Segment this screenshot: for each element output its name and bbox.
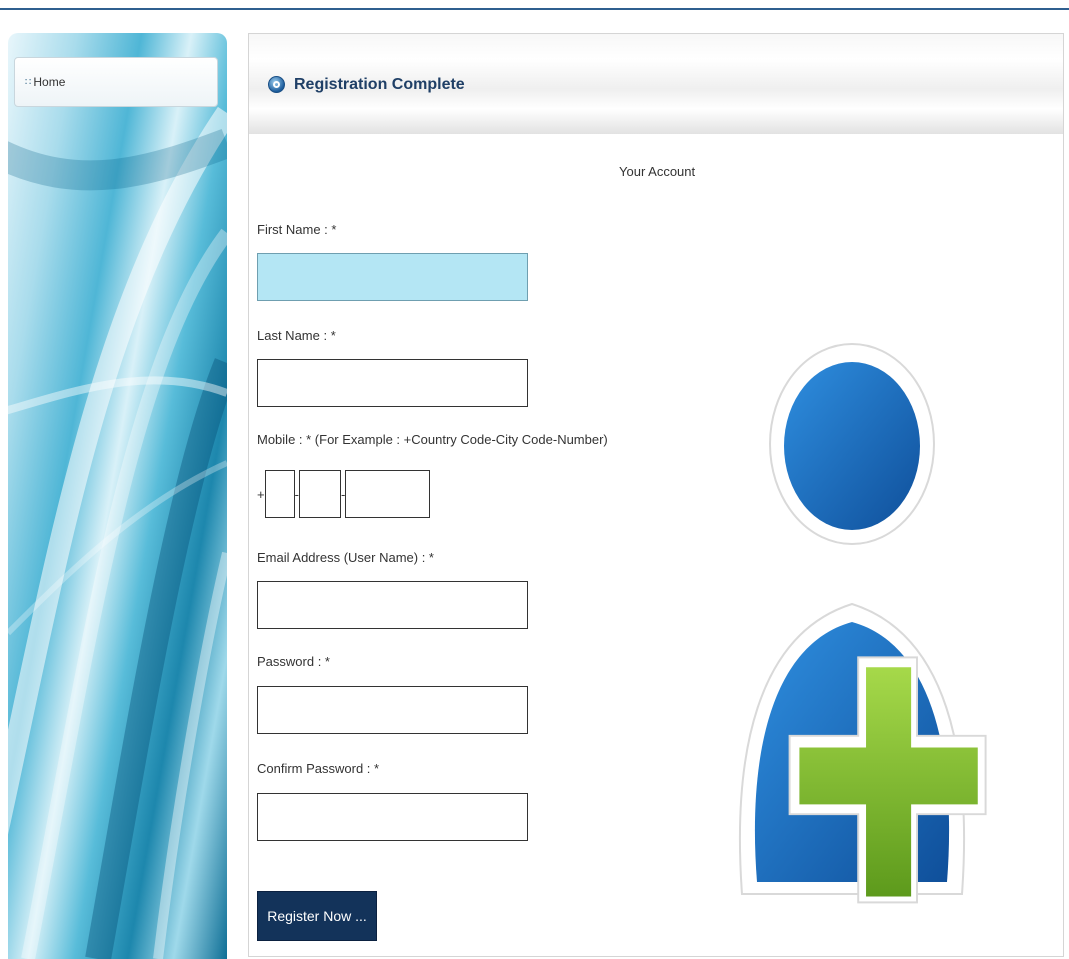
sidebar (8, 33, 227, 959)
password-label: Password : * (257, 654, 330, 669)
add-user-icon (738, 343, 987, 904)
sidebar-item-home[interactable]: ∷ Home (14, 57, 218, 107)
mobile-fields: + - - (257, 469, 431, 519)
last-name-label: Last Name : * (257, 328, 336, 343)
panel-header: Registration Complete (249, 34, 1063, 134)
password-field[interactable] (257, 686, 528, 734)
confirm-password-field[interactable] (257, 793, 528, 841)
register-now-button[interactable]: Register Now ... (257, 891, 377, 941)
first-name-label: First Name : * (257, 222, 337, 237)
registration-panel: Registration Complete Your Account First… (248, 33, 1064, 957)
first-name-field[interactable] (257, 253, 528, 301)
drag-handle-icon: ∷ (25, 76, 31, 88)
city-code-field[interactable] (298, 470, 341, 518)
country-code-field[interactable] (264, 470, 295, 518)
sidebar-decoration (8, 106, 227, 959)
confirm-password-label: Confirm Password : * (257, 761, 380, 776)
email-field[interactable] (257, 581, 528, 629)
form-subheading: Your Account (619, 164, 696, 179)
page-title: Registration Complete (294, 76, 465, 93)
mobile-number-field[interactable] (345, 470, 431, 518)
registration-info-icon (268, 76, 285, 93)
last-name-field[interactable] (257, 359, 528, 407)
top-divider (0, 8, 1069, 10)
mobile-plus-sign: + (257, 486, 265, 502)
mobile-label: Mobile : * (For Example : +Country Code-… (257, 432, 608, 447)
email-label: Email Address (User Name) : * (257, 550, 434, 565)
sidebar-item-label: Home (33, 75, 66, 89)
